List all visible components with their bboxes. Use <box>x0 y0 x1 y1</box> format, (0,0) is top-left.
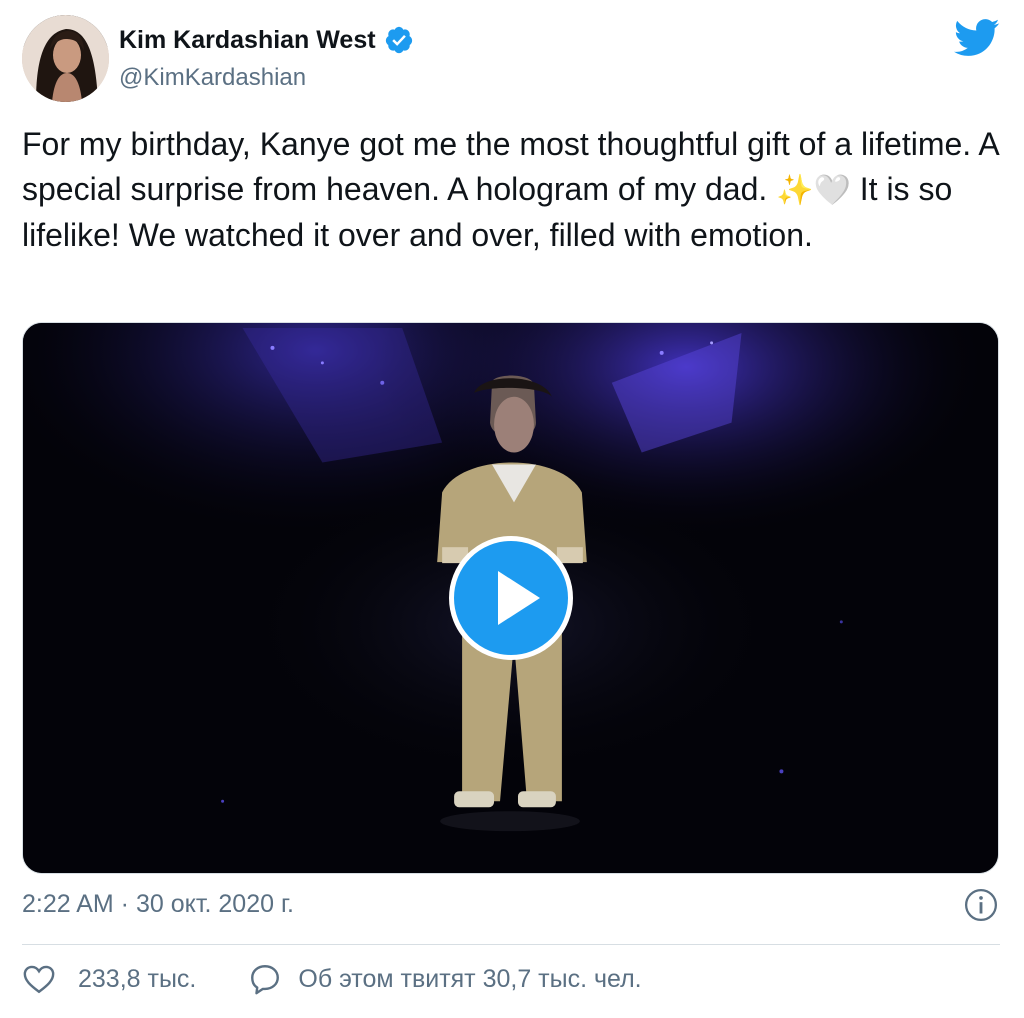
retweet-text: Об этом твитят 30,7 тыс. чел. <box>298 964 642 993</box>
twitter-bird-icon[interactable] <box>954 18 1000 58</box>
video-player[interactable] <box>22 322 999 874</box>
avatar-photo <box>22 15 109 102</box>
likes-count: 233,8 тыс. <box>78 964 197 993</box>
verified-badge-icon <box>384 25 414 55</box>
tweet-card: Kim Kardashian West @KimKardashian For m… <box>0 0 1024 1018</box>
tweet-timestamp[interactable]: 2:22 AM · 30 окт. 2020 г. <box>22 890 294 919</box>
info-icon[interactable] <box>964 888 998 922</box>
author-display-name[interactable]: Kim Kardashian West <box>119 26 376 55</box>
play-button[interactable] <box>449 536 573 660</box>
like-button[interactable]: 233,8 тыс. <box>22 962 196 996</box>
sparkles-emoji: ✨ <box>776 173 814 208</box>
speech-bubble-icon <box>248 962 282 996</box>
tweet-text: For my birthday, Kanye got me the most t… <box>22 122 1007 258</box>
author-handle[interactable]: @KimKardashian <box>119 64 306 92</box>
author-name[interactable]: Kim Kardashian West <box>119 25 414 55</box>
avatar[interactable] <box>22 15 109 102</box>
tweet-actions: 233,8 тыс. Об этом твитят 30,7 тыс. чел. <box>22 962 642 996</box>
play-icon <box>498 571 540 625</box>
white-heart-emoji: 🤍 <box>813 173 851 208</box>
divider <box>22 944 1000 945</box>
heart-icon <box>22 962 56 996</box>
retweet-count-button[interactable]: Об этом твитят 30,7 тыс. чел. <box>248 962 642 996</box>
